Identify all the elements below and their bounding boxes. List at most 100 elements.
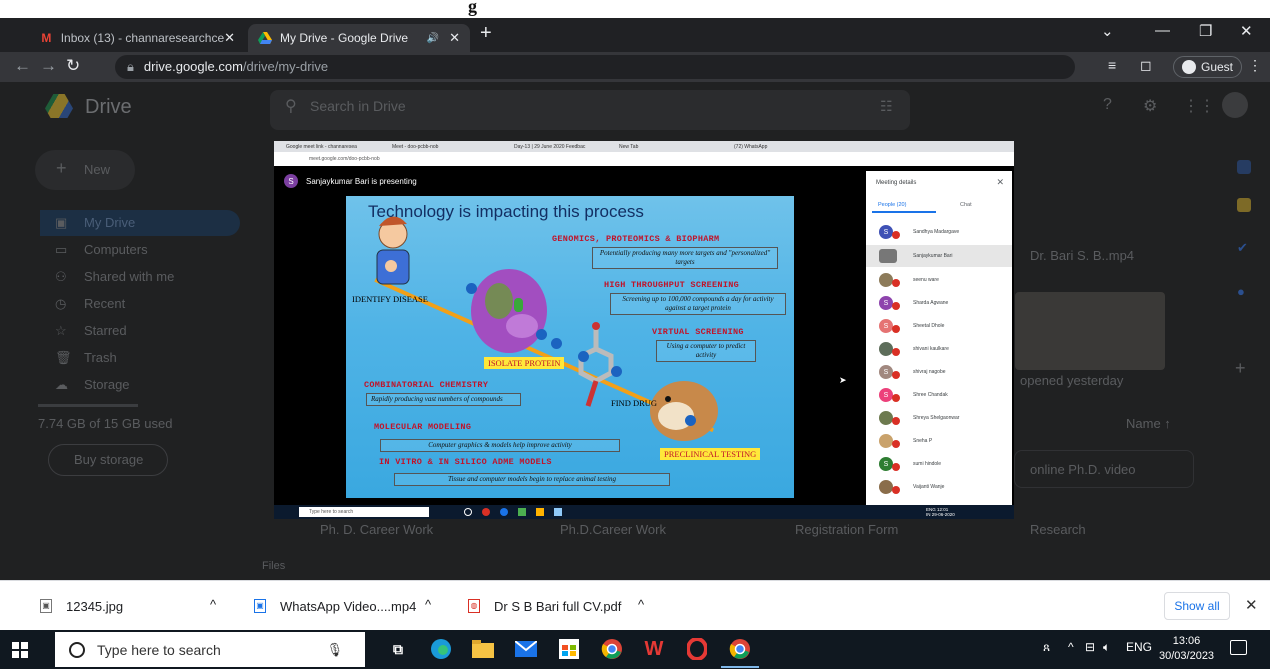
office-icon[interactable]: W (641, 636, 667, 662)
chrome-active-icon[interactable] (721, 636, 759, 668)
filter-icon[interactable]: ☷ (880, 98, 893, 115)
quick-item-4[interactable]: Research (1030, 522, 1086, 537)
chrome-icon[interactable] (599, 636, 625, 662)
time: 13:06 (1172, 635, 1201, 647)
participant-avatar (879, 434, 893, 448)
account-avatar[interactable] (1222, 92, 1248, 118)
close-tab-icon[interactable]: ✕ (449, 30, 460, 46)
participant-row: Ssumi hindole (866, 453, 1012, 475)
show-hidden-icons[interactable]: ^ (1068, 640, 1074, 654)
volume-icon[interactable]: 🔈︎ (1103, 640, 1110, 655)
trash-icon: 🗑︎ (55, 350, 72, 365)
slide-mm-box: Computer graphics & models help improve … (380, 439, 620, 452)
inner-app-icon (482, 508, 490, 516)
reload-icon[interactable]: ↻ (66, 56, 80, 76)
presenter-text: Sanjaykumar Bari is presenting (306, 176, 417, 186)
lock-icon: 🔒︎ (127, 59, 134, 74)
contacts-icon[interactable]: ● (1237, 284, 1245, 299)
files-label: Files (262, 560, 286, 572)
file-explorer-icon[interactable] (470, 636, 496, 662)
chat-tab[interactable]: Chat (960, 202, 972, 208)
download-item[interactable]: ▣ 12345.jpg (40, 581, 123, 631)
add-addon-icon[interactable]: + (1235, 358, 1246, 379)
panel-close-icon[interactable]: ✕ (996, 177, 1004, 188)
menu-icon[interactable]: ⋮ (1248, 57, 1262, 74)
close-tab-icon[interactable]: ✕ (224, 30, 235, 46)
side-panel-icon[interactable]: ◻ (1140, 57, 1152, 74)
chevron-up-icon[interactable]: ^ (638, 597, 644, 612)
new-tab-button[interactable]: + (480, 22, 492, 45)
forward-icon[interactable]: → (40, 56, 57, 76)
nav-item-starred[interactable]: Starred (84, 323, 127, 338)
participant-avatar (879, 273, 893, 287)
windows-start-icon[interactable] (12, 642, 28, 658)
help-icon[interactable]: ? (1103, 96, 1112, 114)
people-tab[interactable]: People (20) (878, 202, 906, 208)
keep-icon[interactable] (1237, 198, 1251, 212)
slide-dot (536, 329, 547, 340)
nav-item-shared[interactable]: Shared with me (84, 269, 174, 284)
nav-item-recent[interactable]: Recent (84, 296, 125, 311)
meeting-details-panel: Meeting details ✕ People (20) Chat S Sand… (866, 171, 1012, 505)
taskbar-search-input[interactable]: Type here to search 🎙︎ (55, 632, 365, 667)
panel-title: Meeting details (876, 180, 917, 186)
tasks-icon[interactable]: ✔ (1237, 240, 1248, 256)
download-item[interactable]: ◍ Dr S B Bari full CV.pdf (468, 581, 621, 631)
participant-row: Sanjaykumar Bari (866, 245, 1012, 267)
file-card-title[interactable]: Dr. Bari S. B..mp4 (1030, 248, 1134, 263)
download-item[interactable]: ▣ WhatsApp Video....mp4 (254, 581, 416, 631)
quick-item-2[interactable]: Ph.D.Career Work (560, 522, 666, 537)
restore-button[interactable]: ❐ (1199, 22, 1212, 40)
microphone-icon[interactable]: 🎙︎ (326, 642, 343, 658)
tab-drive[interactable]: My Drive - Google Drive 🔊 ✕ (248, 24, 470, 52)
show-all-button[interactable]: Show all (1164, 592, 1230, 620)
nav-item-my-drive[interactable]: My Drive (84, 215, 135, 230)
language-indicator[interactable]: ENG (1126, 640, 1152, 654)
slide-find: FIND DRUG (611, 398, 658, 408)
chevron-up-icon[interactable]: ^ (425, 597, 431, 612)
drive-logo-icon (45, 94, 73, 118)
calendar-icon[interactable] (1237, 160, 1251, 174)
inner-tab: Google meet link - channaresea (286, 144, 357, 150)
tab-gmail[interactable]: M Inbox (13) - channaresearchcente ✕ (30, 24, 245, 52)
reading-list-icon[interactable]: ≡ (1108, 57, 1116, 73)
opened-text: opened yesterday (1020, 373, 1124, 388)
participant-row: Sneha P (866, 430, 1012, 452)
store-icon[interactable] (556, 636, 582, 662)
apps-icon[interactable]: ⋮⋮ (1183, 96, 1215, 116)
close-window-button[interactable]: ✕ (1240, 22, 1253, 40)
nav-item-computers[interactable]: Computers (84, 242, 148, 257)
participant-name: Vaijanti Wanje (913, 484, 945, 490)
back-icon[interactable]: ← (14, 56, 31, 76)
settings-icon[interactable]: ⚙ (1143, 96, 1157, 116)
inner-app-icon (554, 508, 562, 516)
task-view-icon[interactable]: ⧉ (385, 636, 411, 662)
slide-dot (551, 338, 562, 349)
close-shelf-icon[interactable]: ✕ (1245, 596, 1258, 614)
inner-address-bar: meet.google.com/doo-pcbb-nob (274, 152, 1014, 166)
taskbar-clock[interactable]: 13:06 30/03/2023 (1159, 634, 1214, 664)
search-placeholder: Search in Drive (310, 98, 406, 114)
network-icon[interactable]: ⊟ (1085, 640, 1095, 654)
video-file-icon: ▣ (254, 599, 266, 613)
mail-icon[interactable] (513, 636, 539, 662)
audio-playing-icon[interactable]: 🔊 (427, 33, 439, 44)
quick-item-3[interactable]: Registration Form (795, 522, 898, 537)
nav-item-storage[interactable]: Storage (84, 377, 130, 392)
name-sort-header[interactable]: Name ↑ (1126, 416, 1171, 431)
muted-mic-icon (892, 302, 900, 310)
people-tray-icon[interactable]: ጸ (1043, 640, 1050, 655)
address-bar[interactable]: 🔒︎ drive.google.com/drive/my-drive (115, 55, 1075, 79)
opera-icon[interactable] (684, 636, 710, 662)
profile-button[interactable]: Guest (1173, 56, 1243, 78)
star-icon: ☆ (55, 323, 67, 338)
chevron-up-icon[interactable]: ^ (210, 597, 216, 612)
quick-item-1[interactable]: Ph. D. Career Work (320, 522, 433, 537)
taskbar-search-placeholder: Type here to search (97, 641, 221, 658)
video-thumbnail[interactable] (1015, 292, 1165, 370)
nav-item-trash[interactable]: Trash (84, 350, 117, 365)
minimize-button[interactable]: — (1155, 22, 1170, 39)
notification-icon[interactable] (1230, 640, 1247, 655)
tab-search-icon[interactable]: ⌄ (1101, 22, 1114, 40)
edge-icon[interactable] (428, 636, 454, 662)
